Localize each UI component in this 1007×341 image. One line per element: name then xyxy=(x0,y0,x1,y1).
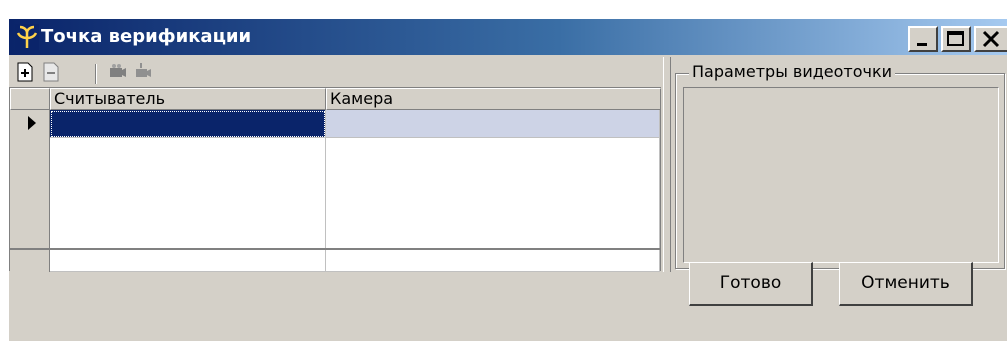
maximize-button[interactable] xyxy=(941,26,971,52)
toolbar-separator xyxy=(95,64,97,84)
video-params-panel xyxy=(683,87,999,263)
minimize-button[interactable] xyxy=(908,26,938,52)
row-indicator[interactable] xyxy=(10,110,50,138)
reader-camera-grid[interactable]: Считыватель Камера xyxy=(9,87,662,274)
maximize-icon xyxy=(947,31,964,46)
empty-grid-area-reader xyxy=(50,138,326,248)
column-header-reader[interactable]: Считыватель xyxy=(50,88,326,110)
add-row-icon[interactable] xyxy=(15,62,35,82)
window-title: Точка верификации xyxy=(41,26,252,47)
footer-indicator xyxy=(10,250,50,272)
grid-header: Считыватель Камера xyxy=(10,88,662,110)
footer-cell-reader xyxy=(50,250,326,272)
current-row-arrow-icon xyxy=(28,116,36,130)
close-button[interactable] xyxy=(974,26,1007,52)
delete-row-icon[interactable] xyxy=(41,62,61,82)
camera-icon[interactable] xyxy=(107,62,127,82)
panel-splitter[interactable] xyxy=(663,57,671,272)
camera-disabled-icon[interactable] xyxy=(133,62,153,82)
header-indicator-cell xyxy=(10,88,50,110)
title-bar[interactable]: Точка верификации xyxy=(9,19,1007,55)
app-icon xyxy=(15,24,39,50)
close-icon xyxy=(982,30,1000,48)
done-button[interactable]: Готово xyxy=(689,262,813,306)
minimize-icon xyxy=(917,43,927,46)
empty-indicator-area xyxy=(10,138,50,248)
footer-cell-camera xyxy=(326,250,660,272)
grid-footer-row xyxy=(10,248,660,274)
empty-grid-area-camera xyxy=(326,138,660,248)
cell-camera[interactable] xyxy=(326,110,660,138)
verification-point-window: Точка верификации Считыватель Камера Пар… xyxy=(8,19,1007,341)
column-header-camera[interactable]: Камера xyxy=(326,88,661,110)
video-params-label: Параметры видеоточки xyxy=(689,61,896,83)
cancel-button[interactable]: Отменить xyxy=(839,262,973,306)
cell-reader[interactable] xyxy=(50,110,326,138)
grid-toolbar xyxy=(9,57,661,87)
